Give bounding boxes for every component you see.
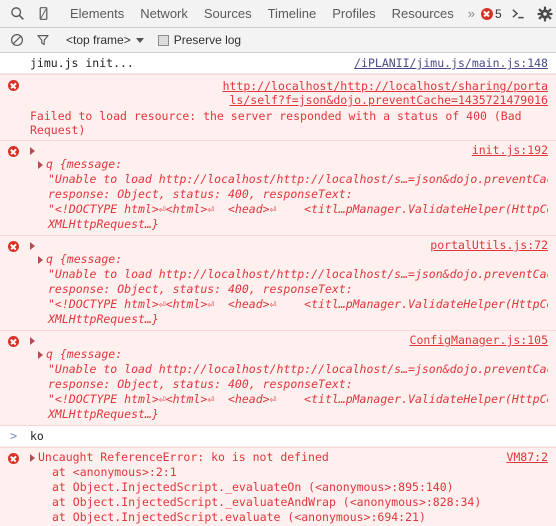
console-filter-bar: <top frame> Preserve log <box>0 28 556 53</box>
devtools-tabbar: Elements Network Sources Timeline Profil… <box>0 0 556 28</box>
tab-sources[interactable]: Sources <box>196 1 260 27</box>
devtools-tab-list: Elements Network Sources Timeline Profil… <box>62 1 481 27</box>
error-icon <box>8 241 19 252</box>
object-line: response: Object, status: 400, responseT… <box>48 282 353 296</box>
object-head[interactable]: q {message: <box>30 347 548 362</box>
expand-triangle-icon[interactable] <box>30 241 35 250</box>
console-input-text: ko <box>30 429 44 443</box>
exception-title-row[interactable]: Uncaught ReferenceError: ko is not defin… <box>30 450 496 465</box>
exception-title: Uncaught ReferenceError: ko is not defin… <box>38 450 329 464</box>
filter-funnel-icon[interactable] <box>30 28 56 52</box>
console-message-error-resource[interactable]: http://localhost/http://localhost/sharin… <box>0 74 556 141</box>
object-head-label: q {message: <box>46 157 123 171</box>
preserve-log-label: Preserve log <box>173 33 242 47</box>
tab-resources[interactable]: Resources <box>384 1 462 27</box>
expand-triangle-icon[interactable] <box>38 255 43 264</box>
object-line: "<!DOCTYPE html>⏎<html>⏎ <head>⏎ <titl…p… <box>48 297 548 311</box>
stack-frame: at <anonymous>:2:1 <box>52 465 177 479</box>
error-icon <box>8 453 19 464</box>
gear-icon[interactable] <box>532 1 556 27</box>
object-head[interactable]: q {message: <box>30 157 548 172</box>
expand-triangle-icon[interactable] <box>30 146 35 155</box>
error-count-label: 5 <box>494 6 502 21</box>
object-line: "<!DOCTYPE html>⏎<html>⏎ <head>⏎ <titl…p… <box>48 202 548 216</box>
object-line: XMLHttpRequest…} <box>48 312 159 326</box>
stack-frame: at Object.InjectedScript._evaluateOn (<a… <box>52 480 454 494</box>
object-line: response: Object, status: 400, responseT… <box>48 187 353 201</box>
console-message-exception[interactable]: VM87:2 Uncaught ReferenceError: ko is no… <box>0 447 556 526</box>
console-prompt-icon[interactable] <box>506 1 532 27</box>
resource-url-link[interactable]: http://localhost/http://localhost/sharin… <box>218 79 548 107</box>
console-message-list[interactable]: /iPLANII/jimu.js/main.js:148 jimu.js ini… <box>0 54 556 526</box>
source-link[interactable]: VM87:2 <box>506 450 548 464</box>
object-line: "Unable to load http://localhost/http://… <box>48 362 548 376</box>
tab-profiles[interactable]: Profiles <box>324 1 383 27</box>
error-badge-icon <box>480 7 493 20</box>
expand-triangle-icon[interactable] <box>38 160 43 169</box>
stack-frame: at Object.InjectedScript.evaluate (<anon… <box>52 510 426 524</box>
tab-timeline[interactable]: Timeline <box>260 1 325 27</box>
expand-triangle-icon[interactable] <box>30 336 35 345</box>
error-icon <box>8 80 19 91</box>
log-text: jimu.js init... <box>30 56 134 70</box>
expand-triangle-icon[interactable] <box>38 350 43 359</box>
error-icon <box>8 146 19 157</box>
source-link[interactable]: portalUtils.js:72 <box>430 238 548 252</box>
object-line: "<!DOCTYPE html>⏎<html>⏎ <head>⏎ <titl…p… <box>48 392 548 406</box>
tab-network[interactable]: Network <box>132 1 196 27</box>
source-link[interactable]: /iPLANII/jimu.js/main.js:148 <box>354 56 548 70</box>
frame-selector-value: <top frame> <box>66 33 131 47</box>
object-line: XMLHttpRequest…} <box>48 217 159 231</box>
source-link[interactable]: ConfigManager.js:105 <box>410 333 548 347</box>
object-line: response: Object, status: 400, responseT… <box>48 377 353 391</box>
console-message-error-object[interactable]: init.js:192 q {message: "Unable to load … <box>0 141 556 236</box>
object-head-label: q {message: <box>46 347 123 361</box>
console-message-error-object[interactable]: ConfigManager.js:105 q {message: "Unable… <box>0 331 556 426</box>
clear-console-icon[interactable] <box>4 28 30 52</box>
error-resource-text: Failed to load resource: the server resp… <box>30 109 522 137</box>
tab-overflow-button[interactable]: » <box>462 1 481 27</box>
object-head-label: q {message: <box>46 252 123 266</box>
frame-selector[interactable]: <top frame> <box>66 33 144 47</box>
expand-triangle-icon[interactable] <box>30 453 35 462</box>
device-toolbar-icon[interactable] <box>30 1 56 27</box>
tab-elements[interactable]: Elements <box>62 1 132 27</box>
console-message-log[interactable]: /iPLANII/jimu.js/main.js:148 jimu.js ini… <box>0 54 556 74</box>
object-line: "Unable to load http://localhost/http://… <box>48 267 548 281</box>
preserve-log-toggle[interactable]: Preserve log <box>157 33 242 47</box>
error-icon <box>8 336 19 347</box>
prompt-arrow-icon: > <box>10 429 18 443</box>
chevron-down-icon <box>135 37 144 43</box>
preserve-log-checkbox[interactable] <box>157 34 169 46</box>
object-head[interactable]: q {message: <box>30 252 548 267</box>
console-input-echo[interactable]: > ko <box>0 426 556 447</box>
object-line: "Unable to load http://localhost/http://… <box>48 172 548 186</box>
object-line: XMLHttpRequest…} <box>48 407 159 421</box>
console-message-error-object[interactable]: portalUtils.js:72 q {message: "Unable to… <box>0 236 556 331</box>
error-count-badge[interactable]: 5 <box>480 6 506 21</box>
source-link[interactable]: init.js:192 <box>472 143 548 157</box>
search-icon[interactable] <box>4 1 30 27</box>
expand-row[interactable] <box>30 238 420 252</box>
stack-frame: at Object.InjectedScript._evaluateAndWra… <box>52 495 482 509</box>
expand-row[interactable] <box>30 333 400 347</box>
expand-row[interactable] <box>30 143 462 157</box>
